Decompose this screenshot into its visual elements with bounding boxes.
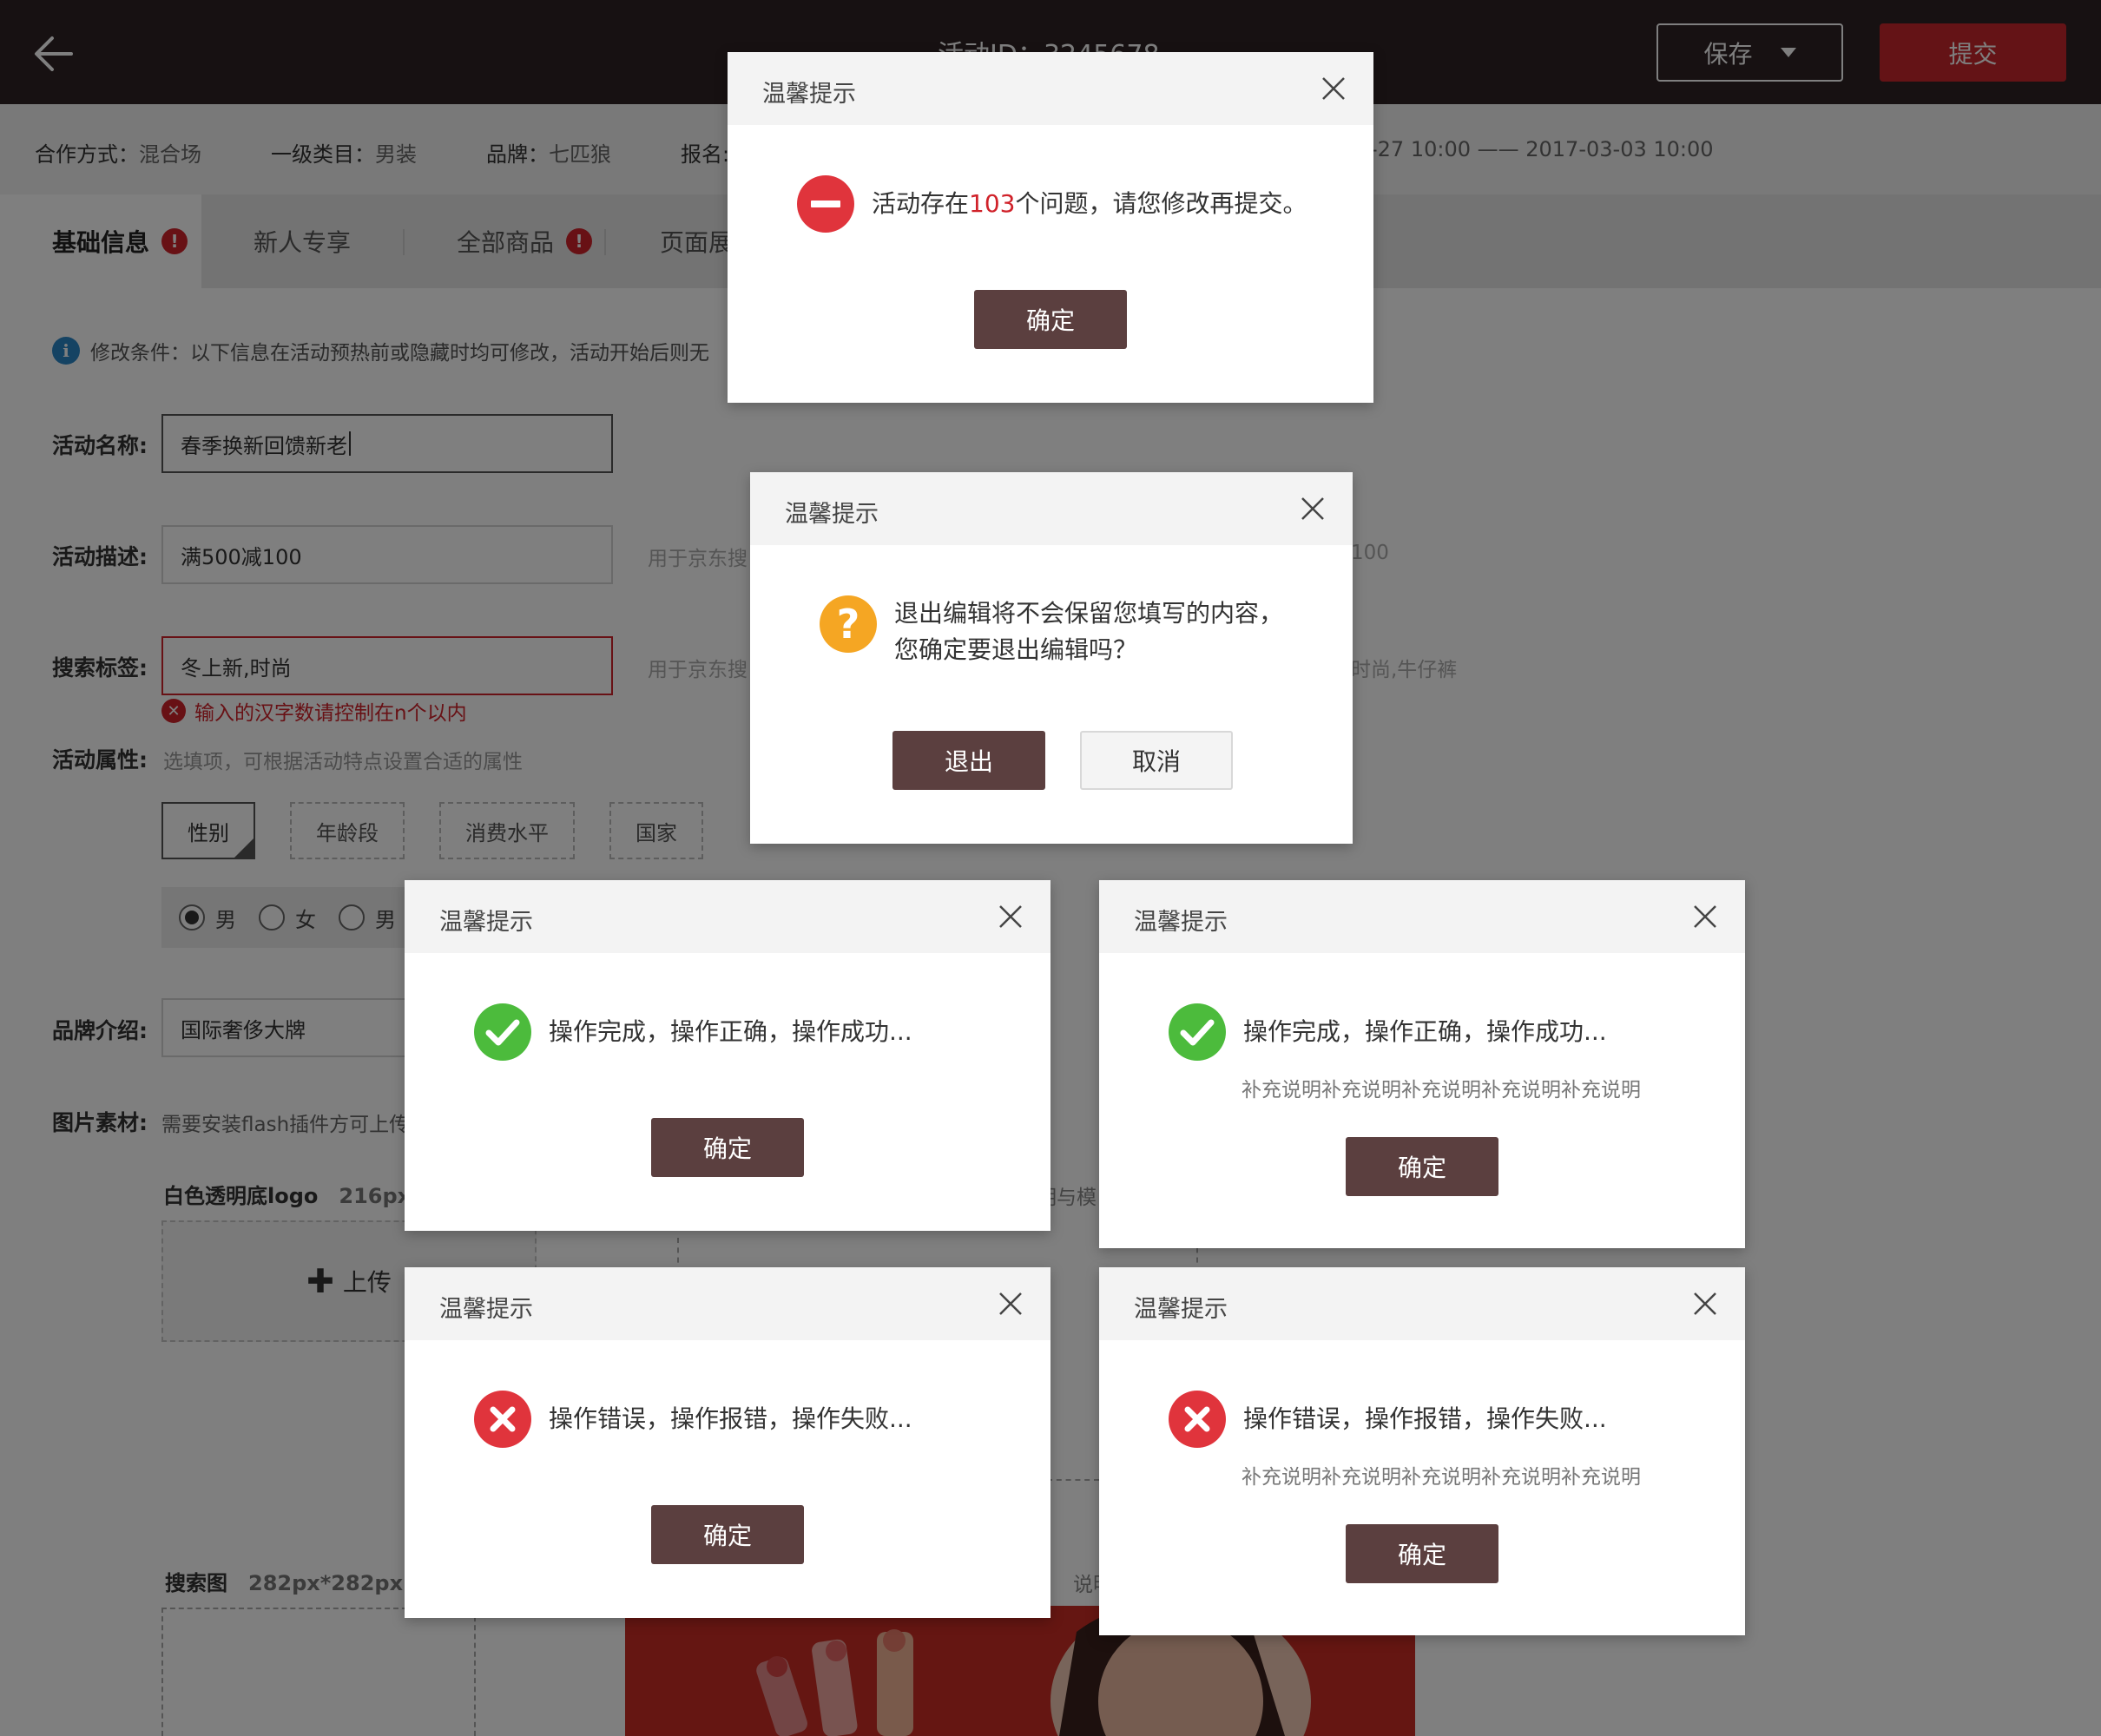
confirm-button[interactable]: 确定 (651, 1505, 804, 1564)
question-icon: ? (820, 595, 877, 653)
dialog-message: 活动存在103个问题，请您修改再提交。 (872, 186, 1307, 222)
close-icon[interactable] (997, 1290, 1024, 1318)
dialog-header: 温馨提示 (1099, 880, 1745, 953)
dialog-title: 温馨提示 (762, 81, 856, 108)
error-dialog: 温馨提示 操作错误，操作报错，操作失败... 确定 (405, 1267, 1050, 1618)
dialog-message: 操作错误，操作报错，操作失败... (549, 1404, 912, 1433)
dialog-title: 温馨提示 (785, 501, 879, 528)
dialog-title: 温馨提示 (1134, 909, 1228, 936)
confirm-button[interactable]: 确定 (974, 290, 1127, 349)
dialog-message: 操作完成，操作正确，操作成功... (1243, 1017, 1607, 1046)
dialog-message: 操作完成，操作正确，操作成功... (549, 1017, 912, 1046)
problem-count: 103 (969, 189, 1016, 218)
dialog-message-row: 操作错误，操作报错，操作失败... (474, 1391, 912, 1448)
dialog-message-row: 操作完成，操作正确，操作成功... (474, 1003, 912, 1061)
error-detail-dialog: 温馨提示 操作错误，操作报错，操作失败... 补充说明补充说明补充说明补充说明补… (1099, 1267, 1745, 1635)
dialog-message: 操作错误，操作报错，操作失败... (1243, 1404, 1607, 1433)
dialog-message: 退出编辑将不会保留您填写的内容， 您确定要退出编辑吗？ (894, 595, 1283, 668)
dialog-header: 温馨提示 (405, 1267, 1050, 1340)
question-mark: ? (836, 601, 860, 648)
dialog-header: 温馨提示 (1099, 1267, 1745, 1340)
close-icon[interactable] (1691, 903, 1719, 930)
success-dialog: 温馨提示 操作完成，操作正确，操作成功... 确定 (405, 880, 1050, 1231)
confirm-button[interactable]: 确定 (1346, 1524, 1498, 1583)
dialog-message-row: 活动存在103个问题，请您修改再提交。 (797, 175, 1307, 233)
message-line-1: 退出编辑将不会保留您填写的内容， (894, 599, 1284, 628)
dialog-message-row: 操作错误，操作报错，操作失败... (1169, 1391, 1607, 1448)
dialog-title: 温馨提示 (1134, 1296, 1228, 1323)
dialog-message-row: 操作完成，操作正确，操作成功... (1169, 1003, 1607, 1061)
exit-button[interactable]: 退出 (892, 731, 1045, 790)
cancel-button[interactable]: 取消 (1080, 731, 1233, 790)
close-icon[interactable] (1299, 495, 1327, 523)
dialog-header: 温馨提示 (750, 472, 1353, 545)
success-detail-dialog: 温馨提示 操作完成，操作正确，操作成功... 补充说明补充说明补充说明补充说明补… (1099, 880, 1745, 1248)
dialog-description: 补充说明补充说明补充说明补充说明补充说明 (1242, 1079, 1641, 1101)
message-pre: 活动存在 (872, 189, 970, 218)
check-circle-icon (1169, 1003, 1226, 1061)
dialog-message-row: ? 退出编辑将不会保留您填写的内容， 您确定要退出编辑吗？ (820, 595, 1283, 668)
message-line-2: 您确定要退出编辑吗？ (894, 635, 1138, 664)
close-icon[interactable] (1691, 1290, 1719, 1318)
dialog-title: 温馨提示 (439, 1296, 533, 1323)
x-circle-icon (474, 1391, 531, 1448)
confirm-button[interactable]: 确定 (651, 1118, 804, 1177)
close-icon[interactable] (997, 903, 1024, 930)
confirm-button[interactable]: 确定 (1346, 1137, 1498, 1196)
x-circle-icon (1169, 1391, 1226, 1448)
check-circle-icon (474, 1003, 531, 1061)
message-post: 个问题，请您修改再提交。 (1015, 189, 1307, 218)
problem-count-dialog: 温馨提示 活动存在103个问题，请您修改再提交。 确定 (728, 52, 1373, 403)
dialog-description: 补充说明补充说明补充说明补充说明补充说明 (1242, 1466, 1641, 1489)
minus-circle-icon (797, 175, 854, 233)
exit-confirm-dialog: 温馨提示 ? 退出编辑将不会保留您填写的内容， 您确定要退出编辑吗？ 退出 取消 (750, 472, 1353, 844)
dialog-title: 温馨提示 (439, 909, 533, 936)
close-icon[interactable] (1320, 75, 1347, 102)
dialog-header: 温馨提示 (728, 52, 1373, 125)
dialog-header: 温馨提示 (405, 880, 1050, 953)
